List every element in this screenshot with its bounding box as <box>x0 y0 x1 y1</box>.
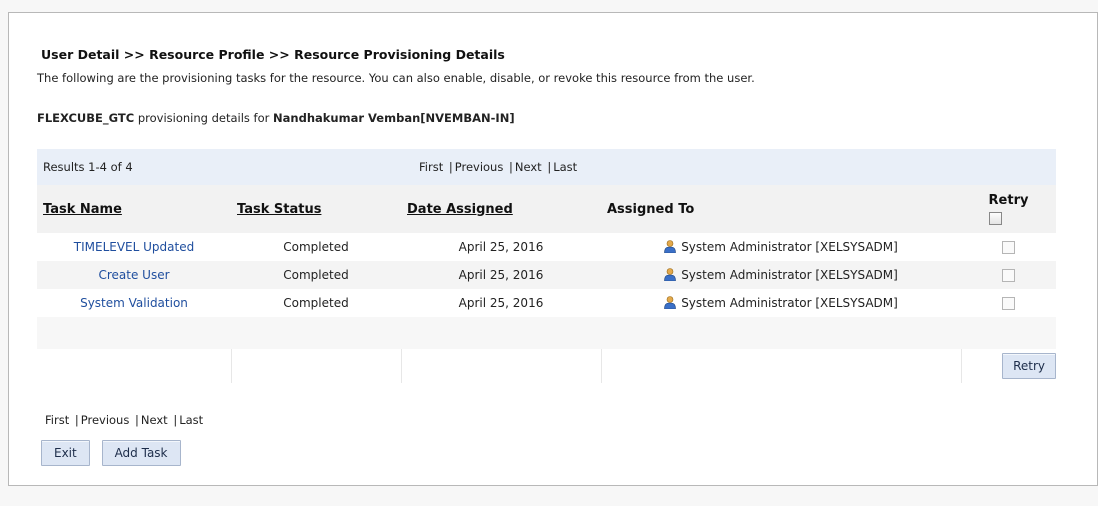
retry-row-checkbox[interactable] <box>1002 241 1015 254</box>
date-assigned: April 25, 2016 <box>401 261 601 289</box>
retry-row-checkbox[interactable] <box>1002 269 1015 282</box>
column-header-retry: Retry <box>961 185 1056 233</box>
pager-first-link[interactable]: First <box>45 413 69 427</box>
table-row: Create User Completed April 25, 2016 Sys… <box>37 261 1056 289</box>
details-middle-text: provisioning details for <box>134 111 274 125</box>
results-bar: Results 1-4 of 4 First | Previous | Next |… <box>37 149 1056 185</box>
retry-select-all-checkbox[interactable] <box>988 211 1002 225</box>
pager-last-link[interactable]: Last <box>179 413 203 427</box>
task-name-link[interactable]: System Validation <box>80 296 188 310</box>
tasks-table: Results 1-4 of 4 First | Previous | Next |… <box>37 149 1056 383</box>
task-name-link[interactable]: Create User <box>98 268 169 282</box>
provisioning-panel: User Detail >> Resource Profile >> Resou… <box>8 12 1098 486</box>
task-status: Completed <box>283 296 349 310</box>
pager-last-link[interactable]: Last <box>553 160 577 174</box>
retry-header-label: Retry <box>988 192 1029 208</box>
column-header-assigned-to: Assigned To <box>601 185 961 233</box>
task-status: Completed <box>283 240 349 254</box>
assigned-to-cell: System Administrator [XELSYSADM] <box>601 233 961 261</box>
pager-separator: | <box>509 160 513 174</box>
assigned-to-cell: System Administrator [XELSYSADM] <box>601 289 961 317</box>
pager-previous-link[interactable]: Previous <box>81 413 130 427</box>
retry-button[interactable]: Retry <box>1002 353 1056 379</box>
table-spacer-row <box>37 317 1056 349</box>
column-header-date-assigned[interactable]: Date Assigned <box>401 185 601 233</box>
pager-first-link[interactable]: First <box>419 160 443 174</box>
assigned-to-name: System Administrator [XELSYSADM] <box>681 296 898 310</box>
breadcrumb: User Detail >> Resource Profile >> Resou… <box>41 47 505 62</box>
table-footer-row: Retry <box>37 349 1056 383</box>
user-icon <box>664 268 676 281</box>
table-row: TIMELEVEL Updated Completed April 25, 20… <box>37 233 1056 261</box>
assigned-to-name: System Administrator [XELSYSADM] <box>681 240 898 254</box>
assigned-to-name: System Administrator [XELSYSADM] <box>681 268 898 282</box>
date-assigned: April 25, 2016 <box>458 296 544 310</box>
pager-next-link[interactable]: Next <box>141 413 168 427</box>
pager-previous-link[interactable]: Previous <box>455 160 504 174</box>
provisioning-details-line: FLEXCUBE_GTC provisioning details for Na… <box>37 111 515 125</box>
table-header-row: Task Name Task Status Date Assigned Assi… <box>37 185 1056 233</box>
user-icon <box>664 240 676 253</box>
column-header-task-name[interactable]: Task Name <box>37 185 231 233</box>
date-assigned: April 25, 2016 <box>458 240 544 254</box>
action-buttons: Exit Add Task <box>41 440 189 466</box>
pager-separator: | <box>74 413 79 427</box>
top-pager: First | Previous | Next | Last <box>401 149 1056 185</box>
pager-separator: | <box>135 413 139 427</box>
pager-separator: | <box>448 160 453 174</box>
task-name-link[interactable]: TIMELEVEL Updated <box>74 240 194 254</box>
add-task-button[interactable]: Add Task <box>101 440 181 466</box>
page-description: The following are the provisioning tasks… <box>37 71 755 85</box>
column-header-task-status[interactable]: Task Status <box>231 185 401 233</box>
exit-button[interactable]: Exit <box>41 440 90 466</box>
results-count: Results 1-4 of 4 <box>37 149 401 185</box>
task-status: Completed <box>231 261 401 289</box>
user-icon <box>664 296 676 309</box>
table-row: System Validation Completed April 25, 20… <box>37 289 1056 317</box>
resource-name: FLEXCUBE_GTC <box>37 111 135 125</box>
assigned-to-cell: System Administrator [XELSYSADM] <box>601 261 961 289</box>
user-name: Nandhakumar Vemban[NVEMBAN-IN] <box>273 111 515 125</box>
pager-next-link[interactable]: Next <box>515 160 542 174</box>
bottom-pager: First | Previous | Next | Last <box>45 413 203 427</box>
retry-row-checkbox[interactable] <box>1002 297 1015 310</box>
